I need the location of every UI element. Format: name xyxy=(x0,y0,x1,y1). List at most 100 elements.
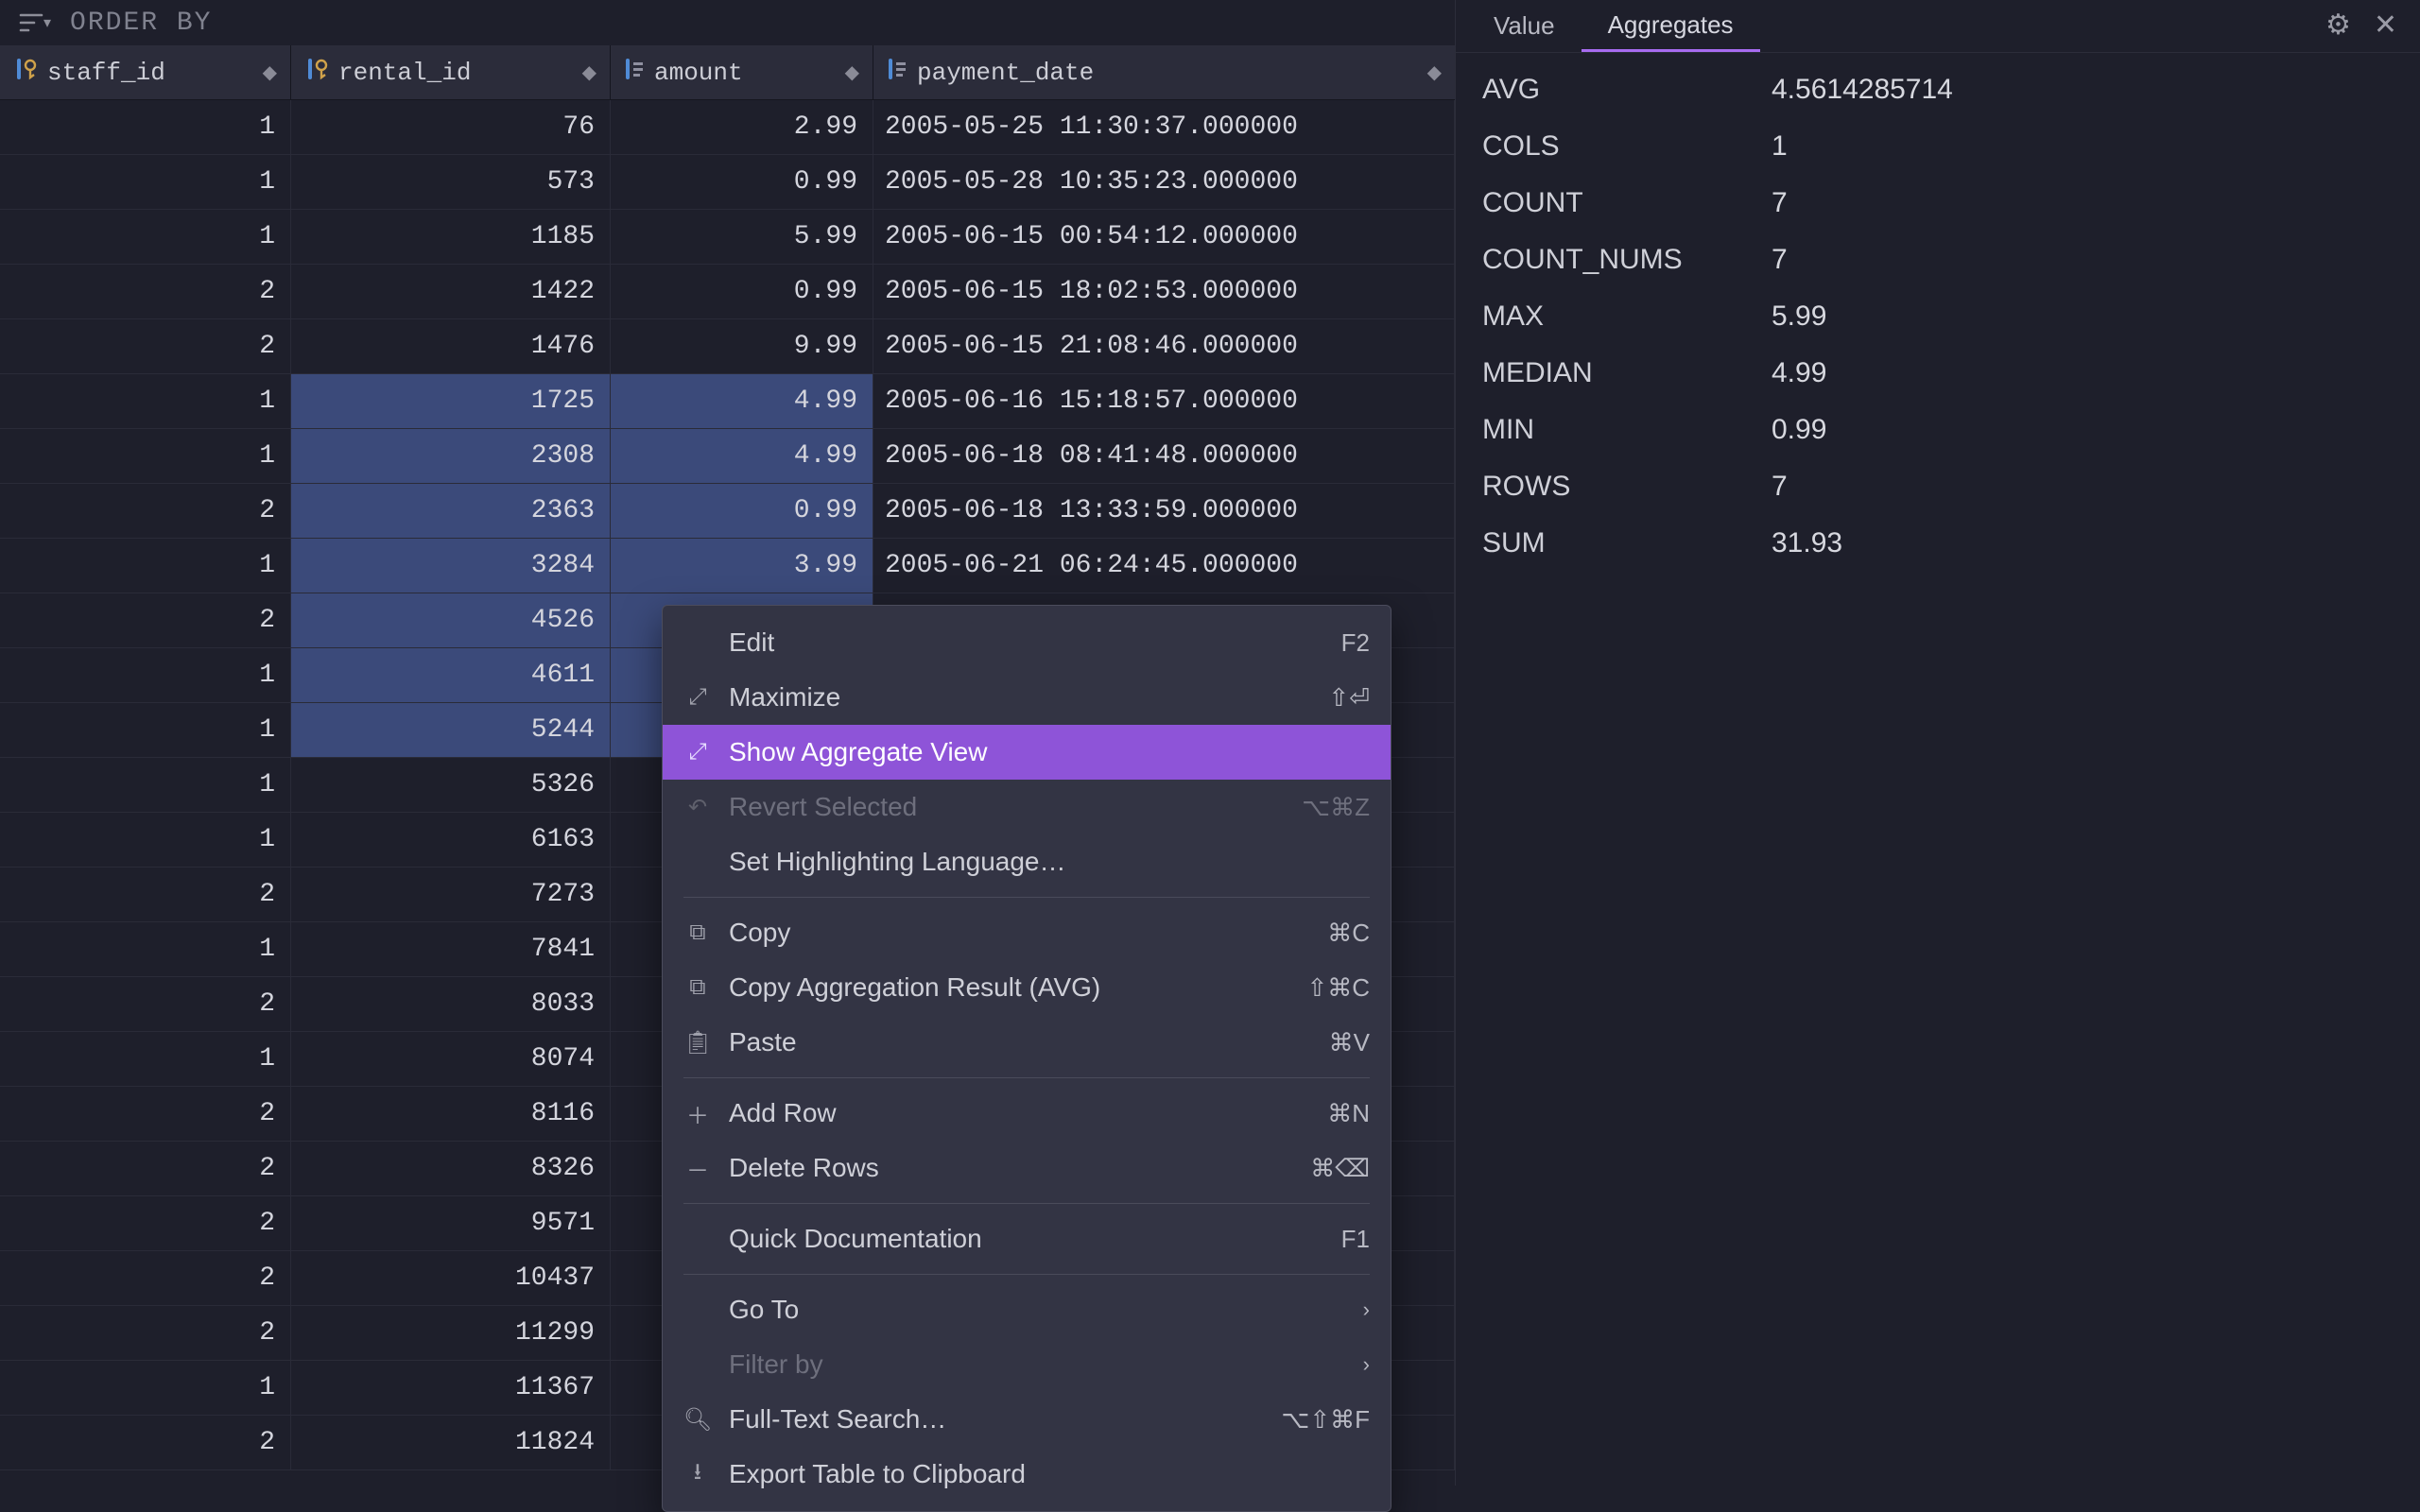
ctx-show-aggregate-view[interactable]: ⤢ Show Aggregate View xyxy=(663,725,1391,780)
cell-amount[interactable]: 0.99 xyxy=(611,155,873,209)
cell-staff-id[interactable]: 1 xyxy=(0,155,291,209)
cell-staff-id[interactable]: 1 xyxy=(0,374,291,428)
cell-amount[interactable]: 2.99 xyxy=(611,100,873,154)
cell-staff-id[interactable]: 1 xyxy=(0,758,291,812)
aggregate-row[interactable]: COUNT_NUMS7 xyxy=(1482,244,2394,276)
cell-rental-id[interactable]: 7841 xyxy=(291,922,611,976)
column-header-payment-date[interactable]: payment_date ◆ xyxy=(873,45,1455,99)
table-row[interactable]: 214769.992005-06-15 21:08:46.000000 xyxy=(0,319,1455,374)
cell-staff-id[interactable]: 1 xyxy=(0,1032,291,1086)
aggregate-row[interactable]: ROWS7 xyxy=(1482,471,2394,503)
cell-amount[interactable]: 0.99 xyxy=(611,484,873,538)
column-header-amount[interactable]: amount ◆ xyxy=(611,45,873,99)
cell-staff-id[interactable]: 2 xyxy=(0,265,291,318)
ctx-full-text-search[interactable]: 🔍︎ Full-Text Search… ⌥⇧⌘F xyxy=(663,1392,1391,1447)
cell-amount[interactable]: 9.99 xyxy=(611,319,873,373)
cell-amount[interactable]: 5.99 xyxy=(611,210,873,264)
cell-staff-id[interactable]: 2 xyxy=(0,1306,291,1360)
table-row[interactable]: 214220.992005-06-15 18:02:53.000000 xyxy=(0,265,1455,319)
order-by-bar[interactable]: ▾ ORDER BY xyxy=(0,0,1455,45)
cell-staff-id[interactable]: 2 xyxy=(0,319,291,373)
cell-rental-id[interactable]: 3284 xyxy=(291,539,611,593)
cell-payment-date[interactable]: 2005-05-28 10:35:23.000000 xyxy=(873,155,1455,209)
cell-staff-id[interactable]: 1 xyxy=(0,1361,291,1415)
cell-amount[interactable]: 4.99 xyxy=(611,429,873,483)
cell-rental-id[interactable]: 5326 xyxy=(291,758,611,812)
cell-rental-id[interactable]: 11824 xyxy=(291,1416,611,1469)
aggregate-row[interactable]: MAX5.99 xyxy=(1482,301,2394,333)
ctx-quick-documentation[interactable]: Quick Documentation F1 xyxy=(663,1211,1391,1266)
column-header-staff-id[interactable]: staff_id ◆ xyxy=(0,45,291,99)
ctx-export-table-to-clipboard[interactable]: ⭳ Export Table to Clipboard xyxy=(663,1447,1391,1502)
cell-rental-id[interactable]: 9571 xyxy=(291,1196,611,1250)
aggregate-row[interactable]: MIN0.99 xyxy=(1482,414,2394,446)
cell-staff-id[interactable]: 2 xyxy=(0,1142,291,1195)
cell-staff-id[interactable]: 2 xyxy=(0,1087,291,1141)
ctx-maximize[interactable]: ⤢ Maximize ⇧⏎ xyxy=(663,670,1391,725)
tab-aggregates[interactable]: Aggregates xyxy=(1582,1,1760,52)
ctx-delete-rows[interactable]: － Delete Rows ⌘⌫ xyxy=(663,1141,1391,1195)
cell-rental-id[interactable]: 2308 xyxy=(291,429,611,483)
cell-staff-id[interactable]: 2 xyxy=(0,484,291,538)
cell-rental-id[interactable]: 11367 xyxy=(291,1361,611,1415)
cell-rental-id[interactable]: 2363 xyxy=(291,484,611,538)
cell-payment-date[interactable]: 2005-06-15 21:08:46.000000 xyxy=(873,319,1455,373)
cell-staff-id[interactable]: 2 xyxy=(0,1196,291,1250)
cell-rental-id[interactable]: 1476 xyxy=(291,319,611,373)
cell-rental-id[interactable]: 7273 xyxy=(291,868,611,921)
table-row[interactable]: 132843.992005-06-21 06:24:45.000000 xyxy=(0,539,1455,593)
cell-staff-id[interactable]: 1 xyxy=(0,429,291,483)
cell-payment-date[interactable]: 2005-06-18 08:41:48.000000 xyxy=(873,429,1455,483)
aggregate-row[interactable]: MEDIAN4.99 xyxy=(1482,357,2394,389)
cell-rental-id[interactable]: 76 xyxy=(291,100,611,154)
ctx-paste[interactable]: 📋︎ Paste ⌘V xyxy=(663,1015,1391,1070)
ctx-go-to[interactable]: Go To › xyxy=(663,1282,1391,1337)
cell-rental-id[interactable]: 5244 xyxy=(291,703,611,757)
cell-staff-id[interactable]: 1 xyxy=(0,703,291,757)
cell-rental-id[interactable]: 10437 xyxy=(291,1251,611,1305)
aggregate-row[interactable]: COLS1 xyxy=(1482,130,2394,163)
cell-rental-id[interactable]: 4611 xyxy=(291,648,611,702)
cell-rental-id[interactable]: 8033 xyxy=(291,977,611,1031)
table-row[interactable]: 1762.992005-05-25 11:30:37.000000 xyxy=(0,100,1455,155)
column-header-rental-id[interactable]: rental_id ◆ xyxy=(291,45,611,99)
aggregate-row[interactable]: AVG4.5614285714 xyxy=(1482,74,2394,106)
cell-staff-id[interactable]: 2 xyxy=(0,1416,291,1469)
cell-rental-id[interactable]: 11299 xyxy=(291,1306,611,1360)
cell-amount[interactable]: 0.99 xyxy=(611,265,873,318)
cell-payment-date[interactable]: 2005-06-15 18:02:53.000000 xyxy=(873,265,1455,318)
cell-rental-id[interactable]: 573 xyxy=(291,155,611,209)
table-row[interactable]: 15730.992005-05-28 10:35:23.000000 xyxy=(0,155,1455,210)
cell-payment-date[interactable]: 2005-05-25 11:30:37.000000 xyxy=(873,100,1455,154)
cell-staff-id[interactable]: 1 xyxy=(0,648,291,702)
tab-value[interactable]: Value xyxy=(1467,2,1582,50)
cell-staff-id[interactable]: 2 xyxy=(0,977,291,1031)
close-panel-button[interactable]: ✕ xyxy=(2362,9,2409,43)
ctx-edit[interactable]: Edit F2 xyxy=(663,615,1391,670)
cell-rental-id[interactable]: 4526 xyxy=(291,593,611,647)
table-row[interactable]: 117254.992005-06-16 15:18:57.000000 xyxy=(0,374,1455,429)
cell-amount[interactable]: 3.99 xyxy=(611,539,873,593)
cell-rental-id[interactable]: 8074 xyxy=(291,1032,611,1086)
aggregate-row[interactable]: COUNT7 xyxy=(1482,187,2394,219)
cell-staff-id[interactable]: 1 xyxy=(0,100,291,154)
cell-payment-date[interactable]: 2005-06-15 00:54:12.000000 xyxy=(873,210,1455,264)
ctx-copy[interactable]: ⧉ Copy ⌘C xyxy=(663,905,1391,960)
cell-rental-id[interactable]: 1422 xyxy=(291,265,611,318)
settings-button[interactable]: ⚙ xyxy=(2314,9,2362,43)
cell-rental-id[interactable]: 8116 xyxy=(291,1087,611,1141)
cell-rental-id[interactable]: 6163 xyxy=(291,813,611,867)
table-row[interactable]: 223630.992005-06-18 13:33:59.000000 xyxy=(0,484,1455,539)
cell-staff-id[interactable]: 1 xyxy=(0,539,291,593)
ctx-set-highlighting-language[interactable]: Set Highlighting Language… xyxy=(663,834,1391,889)
cell-rental-id[interactable]: 8326 xyxy=(291,1142,611,1195)
table-row[interactable]: 123084.992005-06-18 08:41:48.000000 xyxy=(0,429,1455,484)
cell-payment-date[interactable]: 2005-06-16 15:18:57.000000 xyxy=(873,374,1455,428)
cell-staff-id[interactable]: 2 xyxy=(0,593,291,647)
cell-staff-id[interactable]: 1 xyxy=(0,813,291,867)
cell-payment-date[interactable]: 2005-06-21 06:24:45.000000 xyxy=(873,539,1455,593)
cell-staff-id[interactable]: 1 xyxy=(0,210,291,264)
aggregate-row[interactable]: SUM31.93 xyxy=(1482,527,2394,559)
table-row[interactable]: 111855.992005-06-15 00:54:12.000000 xyxy=(0,210,1455,265)
ctx-add-row[interactable]: ＋ Add Row ⌘N xyxy=(663,1086,1391,1141)
